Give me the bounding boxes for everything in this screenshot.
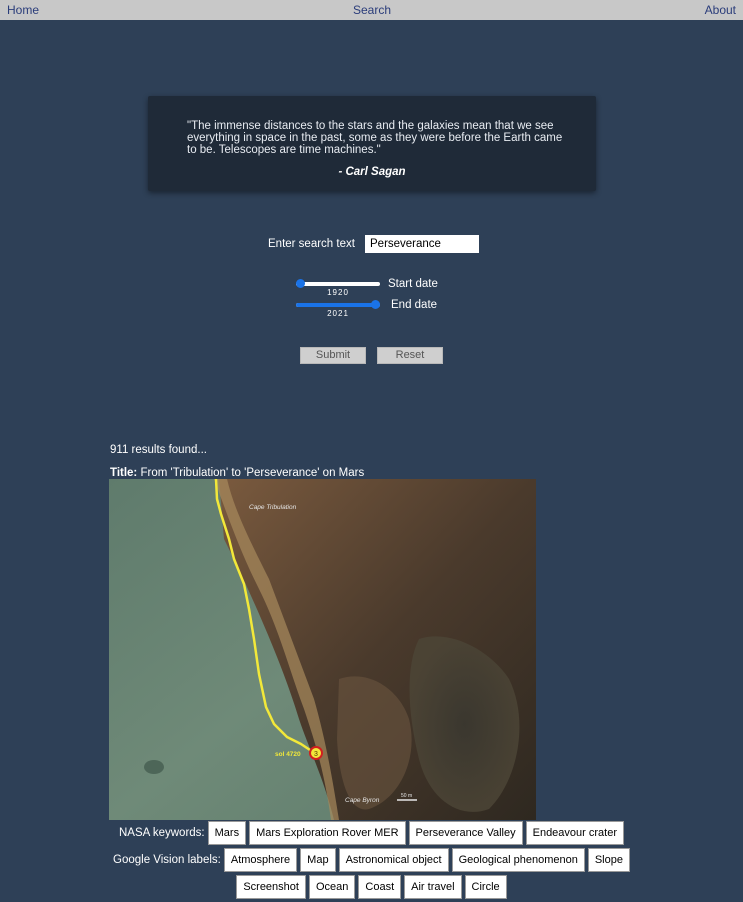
- nav-about-link[interactable]: About: [705, 3, 736, 17]
- search-label: Enter search text: [268, 238, 355, 250]
- vision-label-tag[interactable]: Screenshot: [236, 875, 306, 899]
- start-date-value: 1920: [327, 288, 349, 297]
- sol-label: sol 4720: [275, 751, 301, 758]
- submit-button[interactable]: Submit: [300, 347, 366, 364]
- quote-text: "The immense distances to the stars and …: [187, 120, 563, 156]
- reset-button[interactable]: Reset: [377, 347, 443, 364]
- results-count: 911 results found...: [110, 444, 207, 456]
- cape-tribulation-label: Cape Tribulation: [249, 504, 297, 511]
- top-navbar: Home Search About: [0, 0, 743, 20]
- end-date-value: 2021: [327, 309, 349, 318]
- vision-labels-row: Google Vision labels: Atmosphere Map Ast…: [0, 848, 743, 872]
- vision-labels-label: Google Vision labels:: [113, 854, 221, 866]
- result-image[interactable]: 3 Cape Tribulation sol 4720 Cape Byron 5…: [109, 479, 536, 820]
- keyword-tag[interactable]: Mars: [207, 821, 247, 845]
- search-input[interactable]: [365, 235, 479, 253]
- result-title: Title: From 'Tribulation' to 'Perseveran…: [110, 467, 364, 479]
- vision-label-tag[interactable]: Atmosphere: [223, 848, 298, 872]
- vision-label-tag[interactable]: Geological phenomenon: [451, 848, 585, 872]
- quote-card: "The immense distances to the stars and …: [148, 96, 596, 191]
- result-title-text: From 'Tribulation' to 'Perseverance' on …: [140, 467, 365, 479]
- nav-home-link[interactable]: Home: [7, 3, 39, 17]
- small-crater: [144, 760, 164, 774]
- cape-byron-label: Cape Byron: [345, 797, 380, 804]
- quote-author: - Carl Sagan: [338, 166, 406, 178]
- keyword-tag[interactable]: Perseverance Valley: [408, 821, 523, 845]
- start-date-label: Start date: [388, 278, 438, 290]
- end-date-label: End date: [391, 299, 438, 311]
- nasa-keywords-row: NASA keywords: Mars Mars Exploration Rov…: [0, 821, 743, 845]
- vision-label-tag[interactable]: Ocean: [308, 875, 356, 899]
- keyword-tag[interactable]: Endeavour crater: [525, 821, 624, 845]
- vision-label-tag[interactable]: Astronomical object: [338, 848, 449, 872]
- vision-label-tag[interactable]: Circle: [464, 875, 507, 899]
- nav-search-link[interactable]: Search: [353, 3, 391, 17]
- slider-track: [296, 282, 380, 286]
- vision-label-tag[interactable]: Slope: [587, 848, 630, 872]
- scale-bar-label: 50 m: [401, 793, 412, 799]
- slider-fill: [296, 303, 380, 307]
- vision-label-tag[interactable]: Air travel: [404, 875, 462, 899]
- marker-number: 3: [314, 751, 318, 758]
- keyword-tag[interactable]: Mars Exploration Rover MER: [249, 821, 406, 845]
- vision-labels-row-2: Screenshot Ocean Coast Air travel Circle: [0, 875, 743, 899]
- nasa-keywords-label: NASA keywords:: [118, 827, 205, 839]
- vision-label-tag[interactable]: Map: [300, 848, 336, 872]
- vision-label-tag[interactable]: Coast: [358, 875, 402, 899]
- result-title-label: Title:: [110, 467, 138, 479]
- slider-thumb[interactable]: [371, 300, 380, 309]
- slider-thumb[interactable]: [296, 279, 305, 288]
